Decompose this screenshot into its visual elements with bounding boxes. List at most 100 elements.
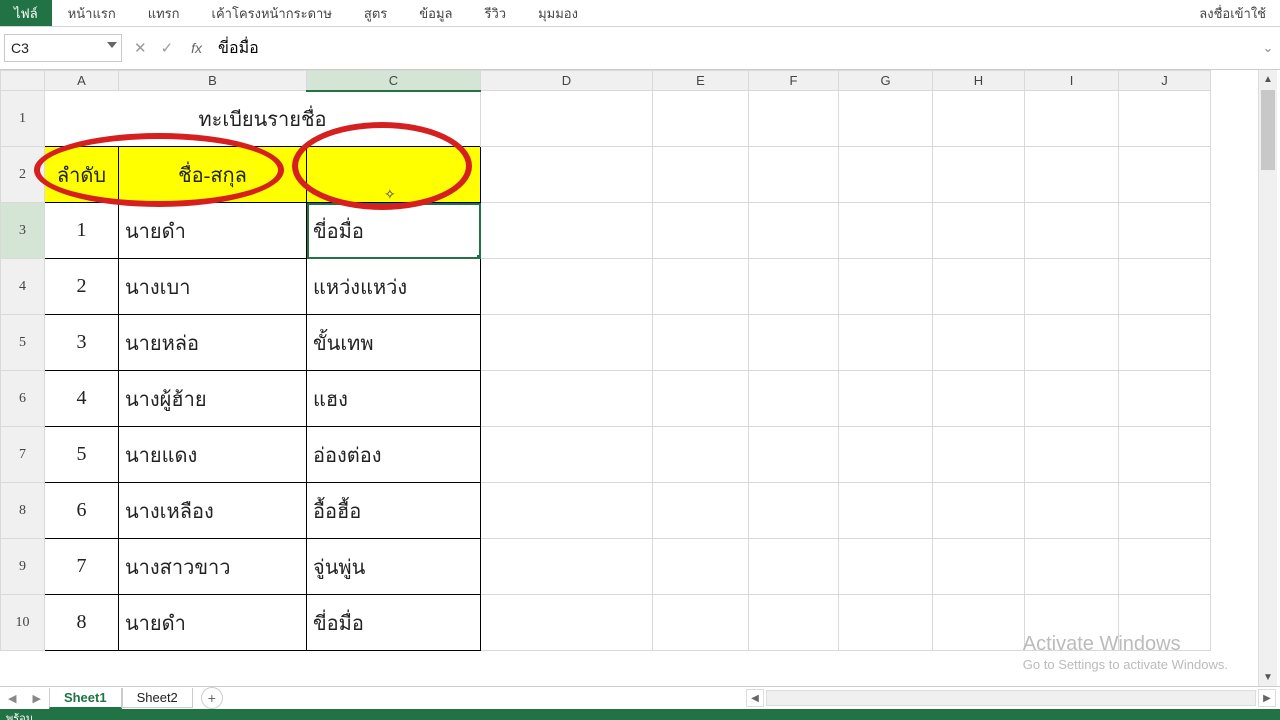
cell[interactable]: นายแดง bbox=[119, 427, 307, 483]
cell[interactable]: 6 bbox=[45, 483, 119, 539]
cell[interactable] bbox=[749, 147, 839, 203]
cell[interactable] bbox=[933, 203, 1025, 259]
cell[interactable]: ขี่อมื่อ bbox=[307, 203, 481, 259]
cell[interactable]: ขั้นเทพ bbox=[307, 315, 481, 371]
new-sheet-button[interactable]: + bbox=[201, 687, 223, 709]
cell[interactable] bbox=[839, 91, 933, 147]
col-header-I[interactable]: I bbox=[1025, 71, 1119, 91]
cell[interactable] bbox=[1025, 371, 1119, 427]
cell[interactable] bbox=[481, 539, 653, 595]
tab-home[interactable]: หน้าแรก bbox=[52, 0, 132, 28]
cell[interactable] bbox=[1119, 147, 1211, 203]
cell[interactable] bbox=[749, 315, 839, 371]
cell[interactable] bbox=[933, 259, 1025, 315]
cell[interactable] bbox=[839, 315, 933, 371]
cell[interactable]: 4 bbox=[45, 371, 119, 427]
cell[interactable]: จู่นพู่น bbox=[307, 539, 481, 595]
cell[interactable] bbox=[1025, 427, 1119, 483]
fx-icon[interactable]: fx bbox=[185, 40, 208, 56]
cell[interactable] bbox=[653, 259, 749, 315]
col-header-F[interactable]: F bbox=[749, 71, 839, 91]
cell[interactable] bbox=[1119, 91, 1211, 147]
cell[interactable] bbox=[1119, 427, 1211, 483]
cell[interactable] bbox=[653, 483, 749, 539]
scroll-down-icon[interactable]: ▼ bbox=[1259, 668, 1277, 686]
scroll-up-icon[interactable]: ▲ bbox=[1259, 70, 1277, 88]
chevron-down-icon[interactable] bbox=[107, 42, 117, 48]
cell[interactable] bbox=[839, 483, 933, 539]
cell[interactable]: นายดำ bbox=[119, 203, 307, 259]
cell[interactable] bbox=[1119, 259, 1211, 315]
cell[interactable]: 2 bbox=[45, 259, 119, 315]
cell[interactable] bbox=[749, 91, 839, 147]
cell[interactable] bbox=[839, 595, 933, 651]
cell[interactable] bbox=[839, 147, 933, 203]
cell[interactable] bbox=[1025, 259, 1119, 315]
cancel-icon[interactable]: ✕ bbox=[134, 39, 147, 57]
cell[interactable] bbox=[481, 203, 653, 259]
col-header-G[interactable]: G bbox=[839, 71, 933, 91]
cell[interactable]: นางผู้ฮ้าย bbox=[119, 371, 307, 427]
cell[interactable] bbox=[481, 371, 653, 427]
tab-review[interactable]: รีวิว bbox=[468, 0, 522, 28]
cell[interactable] bbox=[481, 315, 653, 371]
vertical-scrollbar[interactable]: ▲ ▼ bbox=[1258, 70, 1277, 686]
row-header-7[interactable]: 7 bbox=[1, 427, 45, 483]
cell[interactable]: ขี่อมื่อ bbox=[307, 595, 481, 651]
cell[interactable] bbox=[481, 595, 653, 651]
tab-view[interactable]: มุมมอง bbox=[522, 0, 594, 28]
cell[interactable]: นายดำ bbox=[119, 595, 307, 651]
file-tab[interactable]: ไฟล์ bbox=[0, 0, 52, 26]
cell[interactable] bbox=[1119, 203, 1211, 259]
col-header-J[interactable]: J bbox=[1119, 71, 1211, 91]
select-all-corner[interactable] bbox=[1, 71, 45, 91]
cell[interactable]: อื้อฮื้อ bbox=[307, 483, 481, 539]
row-header-5[interactable]: 5 bbox=[1, 315, 45, 371]
cell[interactable] bbox=[653, 91, 749, 147]
cell[interactable]: แฮง bbox=[307, 371, 481, 427]
cell[interactable] bbox=[481, 427, 653, 483]
row-header-10[interactable]: 10 bbox=[1, 595, 45, 651]
cell[interactable] bbox=[653, 371, 749, 427]
cell[interactable] bbox=[839, 427, 933, 483]
scroll-left-icon[interactable]: ◀ bbox=[746, 689, 764, 707]
cell[interactable] bbox=[481, 147, 653, 203]
row-header-3[interactable]: 3 bbox=[1, 203, 45, 259]
cell[interactable] bbox=[749, 203, 839, 259]
cell[interactable]: อ่องต่อง bbox=[307, 427, 481, 483]
cell[interactable] bbox=[1119, 595, 1211, 651]
tab-formulas[interactable]: สูตร bbox=[348, 0, 403, 28]
row-header-2[interactable]: 2 bbox=[1, 147, 45, 203]
cell[interactable] bbox=[749, 539, 839, 595]
cell[interactable]: แหว่งแหว่ง bbox=[307, 259, 481, 315]
cell[interactable] bbox=[1119, 315, 1211, 371]
cell[interactable]: 8 bbox=[45, 595, 119, 651]
sheet-nav-next-icon[interactable]: ▶ bbox=[24, 692, 48, 705]
scroll-right-icon[interactable]: ▶ bbox=[1258, 689, 1276, 707]
cell[interactable] bbox=[933, 91, 1025, 147]
cell[interactable] bbox=[749, 259, 839, 315]
cell[interactable] bbox=[839, 371, 933, 427]
col-header-D[interactable]: D bbox=[481, 71, 653, 91]
cell[interactable] bbox=[933, 539, 1025, 595]
col-header-A[interactable]: A bbox=[45, 71, 119, 91]
row-header-9[interactable]: 9 bbox=[1, 539, 45, 595]
cell[interactable] bbox=[749, 595, 839, 651]
row-header-4[interactable]: 4 bbox=[1, 259, 45, 315]
sheet-tab-sheet2[interactable]: Sheet2 bbox=[122, 688, 193, 708]
cell[interactable]: 3 bbox=[45, 315, 119, 371]
cell[interactable] bbox=[839, 539, 933, 595]
cell[interactable]: 7 bbox=[45, 539, 119, 595]
cell[interactable] bbox=[653, 203, 749, 259]
cell[interactable] bbox=[1119, 483, 1211, 539]
enter-icon[interactable]: ✓ bbox=[161, 39, 174, 57]
row-header-6[interactable]: 6 bbox=[1, 371, 45, 427]
tab-data[interactable]: ข้อมูล bbox=[403, 0, 468, 28]
cell[interactable] bbox=[933, 315, 1025, 371]
cell[interactable]: นายหล่อ bbox=[119, 315, 307, 371]
col-header-H[interactable]: H bbox=[933, 71, 1025, 91]
formula-input[interactable] bbox=[212, 35, 1256, 61]
cell[interactable] bbox=[933, 483, 1025, 539]
cell[interactable] bbox=[1025, 203, 1119, 259]
cell[interactable]: นางสาวขาว bbox=[119, 539, 307, 595]
